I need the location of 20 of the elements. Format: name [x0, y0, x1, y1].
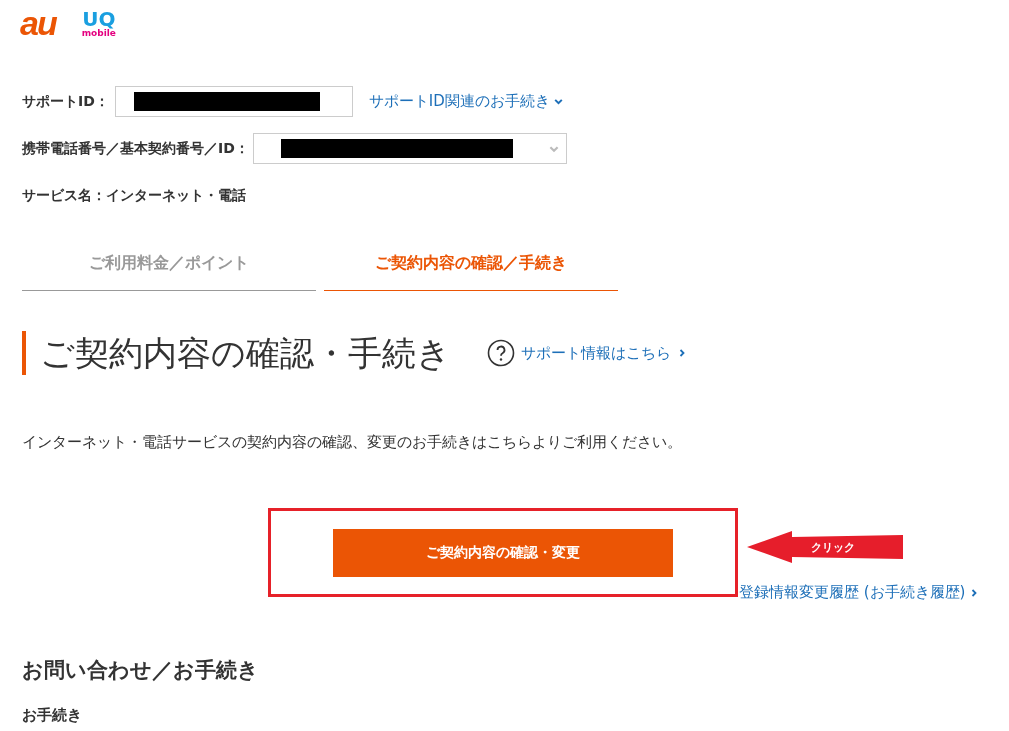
- page-title: ご契約内容の確認・手続き: [22, 331, 451, 375]
- tab[interactable]: ご契約内容の確認／手続き: [324, 253, 618, 291]
- support-id-field[interactable]: [114, 86, 353, 117]
- tab[interactable]: ご利用料金／ポイント: [22, 253, 316, 291]
- field-label: 携帯電話番号／基本契約番号／ID：: [22, 139, 249, 158]
- support-info-link[interactable]: サポート情報はこちら: [487, 339, 687, 367]
- section-title: お問い合わせ／お手続き: [22, 657, 260, 684]
- subsection-title: お手続き: [22, 706, 83, 724]
- uq-mobile-logo: UQ mobile: [81, 10, 116, 38]
- help-icon: [487, 339, 515, 367]
- click-arrow: クリック: [747, 531, 903, 563]
- chevron-right-icon: [677, 348, 687, 358]
- description: インターネット・電話サービスの契約内容の確認、変更のお手続きはこちらよりご利用ください。: [22, 433, 683, 452]
- history-link[interactable]: 登録情報変更履歴 (お手続き履歴): [739, 583, 980, 602]
- service-name: サービス名：インターネット・電話: [22, 186, 246, 205]
- support-id-link[interactable]: サポートID関連のお手続き: [368, 92, 564, 111]
- field-label: サポートID：: [22, 92, 109, 111]
- number-dropdown[interactable]: [252, 133, 567, 164]
- contract-confirm-button[interactable]: ご契約内容の確認・変更: [333, 528, 673, 577]
- au-logo: au: [20, 6, 56, 40]
